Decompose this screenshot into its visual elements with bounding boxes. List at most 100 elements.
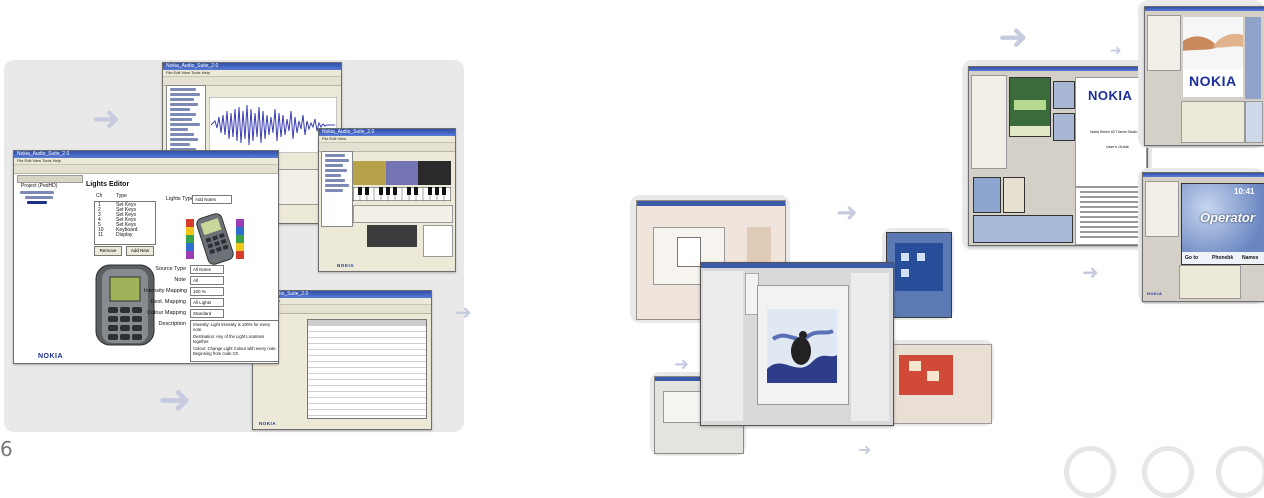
source-type-label: Source Type <box>155 266 186 272</box>
vertical-strip <box>1245 17 1261 99</box>
colour-mapping-label: Colour Mapping <box>147 310 186 316</box>
phone-screen-preview <box>1053 113 1075 141</box>
theme-studio-window: NOKIA Nokia Series 60 Theme Studio User'… <box>968 66 1148 246</box>
list-header-type: Type <box>116 193 127 199</box>
softkey-right[interactable]: Names <box>1242 255 1258 261</box>
list-item[interactable]: Display <box>116 232 132 238</box>
doc-subtitle: User's Guide <box>1106 144 1129 149</box>
properties-panel <box>971 75 1007 169</box>
doc-title: Nokia Series 60 Theme Studio <box>1090 130 1138 134</box>
phone-lights-preview <box>186 213 244 265</box>
decorative-ring <box>1216 446 1264 498</box>
piano-keyboard[interactable] <box>353 187 451 201</box>
nokia-hands-photo <box>1183 17 1243 69</box>
lights-type-label: Lights Type <box>166 196 195 202</box>
colour-mapping-select[interactable]: Standard <box>190 309 224 318</box>
keyboard-editor-window: Nokia_Audio_Suite_2.0 File Edit View NOK… <box>318 128 456 272</box>
theme-editor-screen-2 <box>886 232 952 318</box>
settings-panel <box>353 205 453 223</box>
list-header-ch: Ch <box>96 193 103 199</box>
project-tree[interactable]: Project (PedHD) <box>17 183 81 209</box>
preview-tile <box>1245 101 1263 143</box>
operator-label: Operator <box>1200 210 1255 225</box>
nokia-logo: NOKIA <box>259 421 276 426</box>
arrow-right-icon: ➜ <box>158 377 192 423</box>
options-panel <box>1179 265 1241 299</box>
nokia-phone-image <box>95 264 155 346</box>
graphic-tile <box>973 215 1073 243</box>
operator-screen: 10:41 Operator Go to Phonebk Names <box>1181 183 1264 265</box>
title-bar: Nokia_Audio_Suite_2.0 <box>253 291 431 298</box>
surfer-image <box>767 309 837 383</box>
lights-type-select[interactable]: Add Notes <box>192 195 232 204</box>
menu-bar: File Edit View Tools Help <box>163 70 341 77</box>
clock-display: 10:41 <box>1234 187 1255 196</box>
arrow-right-icon: ➜ <box>92 99 121 139</box>
menu-bar: File Edit View Tools Help <box>14 158 278 165</box>
title-bar <box>1143 173 1264 177</box>
title-bar: Nokia_Audio_Suite_2.0 <box>14 151 278 158</box>
toolbar <box>253 305 431 314</box>
note-label: Note <box>174 277 186 283</box>
toolbar <box>14 165 278 174</box>
title-bar <box>1145 7 1264 11</box>
source-type-select[interactable]: All Notes <box>190 265 224 274</box>
options-panel <box>1181 101 1245 143</box>
intensity-mapping-select[interactable]: 100 % <box>190 287 224 296</box>
arrow-right-icon: ➜ <box>858 440 872 459</box>
title-bar: Nokia_Audio_Suite_2.0 <box>319 129 455 136</box>
dest-mapping-select[interactable]: All Lights <box>190 298 224 307</box>
banner-nokia-logo: NOKIA <box>1189 73 1237 89</box>
softkey-middle[interactable]: Phonebk <box>1212 255 1233 261</box>
page-number: 6 <box>0 437 13 461</box>
project-tree[interactable] <box>321 151 353 227</box>
midi-table-window: Nokia_Audio_Suite_2.0 File Edit View NOK… <box>252 290 432 430</box>
list-item[interactable]: 11 <box>98 232 103 238</box>
color-bars[interactable] <box>353 161 452 185</box>
graphic-tile <box>973 177 1001 213</box>
softkey-left[interactable]: Go to <box>1185 255 1198 261</box>
event-table[interactable] <box>307 319 427 419</box>
value-fields[interactable] <box>423 225 453 257</box>
intensity-mapping-label: Intensity Mapping <box>144 288 188 294</box>
remove-button[interactable]: Remove <box>94 246 122 256</box>
description-text: Intensity: Light intensity is 100% for e… <box>190 320 278 362</box>
description-label: Description <box>158 321 186 327</box>
note-select[interactable]: All <box>190 276 224 285</box>
arrow-right-icon: ➜ <box>455 300 472 324</box>
doc-page: NOKIA Nokia Series 60 Theme Studio User'… <box>1075 77 1147 187</box>
decorative-ring <box>1142 446 1194 498</box>
properties-panel <box>1147 15 1181 71</box>
graphic-tile <box>1003 177 1025 213</box>
menu-bar: File Edit View <box>319 136 455 143</box>
nokia-logo: NOKIA <box>337 263 354 268</box>
decorative-ring <box>1064 446 1116 498</box>
arrow-right-icon: ➜ <box>836 198 858 228</box>
theme-editor-screen-3 <box>886 344 992 424</box>
editor-heading: Lights Editor <box>86 181 130 188</box>
doc-nokia-logo: NOKIA <box>1088 88 1133 103</box>
project-root-label: Project (PedHD) <box>21 183 58 189</box>
tab-strip[interactable] <box>17 175 83 183</box>
corner-nokia-logo: NOKIA <box>1147 291 1163 296</box>
menu-bar: File Edit View <box>253 298 431 305</box>
phone-screen-preview <box>1053 81 1075 109</box>
nokia-banner: NOKIA <box>1183 69 1243 97</box>
title-bar <box>969 67 1147 71</box>
phone-screen-preview <box>1009 77 1051 137</box>
light-editor-window: Nokia_Audio_Suite_2.0 File Edit View Too… <box>13 150 279 364</box>
envelope-display[interactable] <box>367 225 417 247</box>
properties-panel <box>1145 181 1179 237</box>
add-new-button[interactable]: Add New <box>126 246 154 256</box>
theme-editor-window-operator: 10:41 Operator Go to Phonebk Names NOKIA <box>1142 172 1264 302</box>
arrow-right-icon: ➜ <box>1110 43 1122 59</box>
nokia-logo: NOKIA <box>38 353 64 360</box>
arrow-right-icon: ➜ <box>1082 260 1099 284</box>
arrow-right-icon: ➜ <box>998 17 1029 58</box>
title-bar: Nokia_Audio_Suite_2.0 <box>163 63 341 70</box>
doc-text-page <box>1075 187 1147 245</box>
softkey-bar: Go to Phonebk Names <box>1182 252 1264 264</box>
theme-editor-window-top: NOKIA <box>1144 6 1264 146</box>
theme-editor-main-screen <box>700 262 894 426</box>
dest-mapping-label: Dest. Mapping <box>150 299 186 305</box>
